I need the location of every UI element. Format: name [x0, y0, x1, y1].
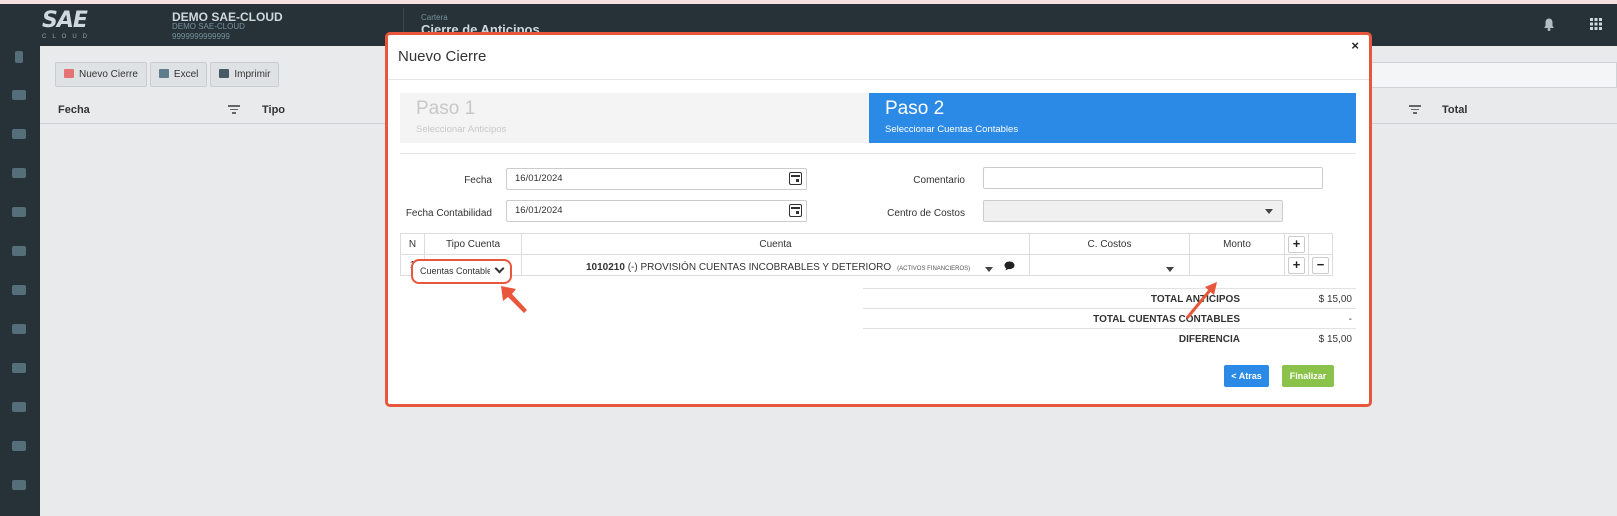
- monto-cell[interactable]: [1189, 254, 1285, 276]
- comment-icon[interactable]: [1004, 261, 1015, 271]
- column-fecha[interactable]: Fecha: [58, 104, 90, 116]
- fecha-value: 16/01/2024: [515, 173, 563, 184]
- sidebar-truck-icon[interactable]: [12, 285, 26, 295]
- back-button[interactable]: < Atras: [1224, 365, 1269, 387]
- tipo-cuenta-select[interactable]: Cuentas Contables: [411, 259, 512, 284]
- sidebar-module-icon[interactable]: [12, 90, 26, 100]
- fecha-input[interactable]: 16/01/2024: [506, 168, 807, 190]
- total-cuentas-row: TOTAL CUENTAS CONTABLES -: [863, 308, 1356, 328]
- finish-button[interactable]: Finalizar: [1282, 365, 1334, 387]
- add-row-button[interactable]: +: [1288, 235, 1305, 253]
- diferencia-value: $ 15,00: [1318, 334, 1352, 345]
- app-logo[interactable]: SAE CLOUD: [42, 10, 102, 44]
- company-id: 9999999999999: [172, 32, 230, 41]
- diferencia-label: DIFERENCIA: [1178, 334, 1240, 345]
- cuenta-code: 1010210: [586, 262, 625, 273]
- search-input[interactable]: [1336, 62, 1617, 88]
- header-tipo-cuenta: Tipo Cuenta: [424, 233, 522, 255]
- fecha-contabilidad-value: 16/01/2024: [515, 205, 563, 216]
- sidebar-folder-icon[interactable]: [12, 363, 26, 373]
- sidebar-module-icon[interactable]: [12, 129, 26, 139]
- centro-costos-label: Centro de Costos: [887, 208, 965, 219]
- excel-icon: [158, 69, 169, 78]
- header-add: +: [1284, 233, 1309, 255]
- sidebar-users-icon[interactable]: [12, 480, 26, 490]
- apps-grid-icon[interactable]: [1590, 18, 1602, 30]
- sidebar-module-icon[interactable]: [12, 207, 26, 217]
- annotation-arrow-icon: [501, 286, 527, 313]
- cuenta-select[interactable]: 1010210 (-) PROVISIÓN CUENTAS INCOBRABLE…: [521, 258, 999, 279]
- cuenta-name: (-) PROVISIÓN CUENTAS INCOBRABLES Y DETE…: [627, 262, 892, 273]
- logo-text: SAE: [42, 8, 88, 33]
- step-2-desc: Seleccionar Cuentas Contables: [885, 124, 1019, 135]
- print-label: Imprimir: [234, 69, 271, 80]
- sidebar-folder-icon[interactable]: [12, 402, 26, 412]
- company-name: DEMO SAE-CLOUD: [172, 10, 283, 24]
- sidebar-card-icon[interactable]: [12, 441, 26, 451]
- filter-icon[interactable]: [1409, 105, 1421, 114]
- company-info: DEMO SAE-CLOUD DEMO SAE-CLOUD 9999999999…: [172, 10, 283, 42]
- close-icon[interactable]: ×: [1351, 38, 1359, 53]
- centro-costos-select[interactable]: [983, 200, 1283, 222]
- calendar-icon[interactable]: [789, 172, 802, 185]
- sidebar-module-icon[interactable]: [12, 168, 26, 178]
- sidebar-dashboard-icon[interactable]: [15, 51, 23, 63]
- total-cuentas-value: -: [1348, 314, 1352, 325]
- header-empty: [1308, 233, 1333, 255]
- step-1[interactable]: Paso 1 Seleccionar Anticipos: [400, 93, 869, 143]
- step-1-desc: Seleccionar Anticipos: [416, 124, 507, 135]
- modal-divider: [388, 79, 1369, 80]
- costos-caret-down-icon[interactable]: [1166, 267, 1174, 272]
- caret-down-icon: [1265, 209, 1273, 214]
- column-tipo[interactable]: Tipo: [262, 104, 285, 116]
- new-cierre-label: Nuevo Cierre: [79, 69, 138, 80]
- fecha-label: Fecha: [464, 175, 492, 186]
- header-monto: Monto: [1189, 233, 1285, 255]
- diferencia-row: DIFERENCIA $ 15,00: [863, 328, 1356, 348]
- annotation-arrow-icon: [1185, 282, 1217, 319]
- sidebar-module-icon[interactable]: [12, 246, 26, 256]
- excel-label: Excel: [173, 69, 199, 80]
- header-n: N: [400, 233, 425, 255]
- table-header-row: N Tipo Cuenta Cuenta C. Costos Monto +: [400, 233, 1333, 255]
- excel-button[interactable]: Excel: [149, 62, 208, 87]
- total-anticipos-row: TOTAL ANTICIPOS $ 15,00: [863, 288, 1356, 308]
- wand-icon: [64, 69, 74, 78]
- form-divider: [400, 153, 1356, 154]
- print-button[interactable]: Imprimir: [210, 62, 280, 87]
- fecha-contabilidad-input[interactable]: 16/01/2024: [506, 200, 807, 222]
- sidebar: [0, 46, 40, 516]
- logo-subtext: CLOUD: [42, 34, 94, 40]
- totals-panel: TOTAL ANTICIPOS $ 15,00 TOTAL CUENTAS CO…: [863, 288, 1356, 348]
- remove-row-button[interactable]: −: [1312, 256, 1329, 274]
- add-cell: +: [1284, 254, 1309, 276]
- section-category: Cartera: [421, 13, 448, 22]
- nuevo-cierre-modal: Nuevo Cierre × Paso 1 Seleccionar Antici…: [385, 32, 1372, 407]
- tipo-cuenta-value: Cuentas Contables: [420, 266, 490, 276]
- remove-cell: −: [1308, 254, 1333, 276]
- filter-icon[interactable]: [228, 105, 240, 114]
- sidebar-bank-icon[interactable]: [12, 324, 26, 334]
- total-anticipos-value: $ 15,00: [1318, 294, 1352, 305]
- fecha-contabilidad-label: Fecha Contabilidad: [405, 208, 492, 219]
- calendar-icon[interactable]: [789, 204, 802, 217]
- bell-icon[interactable]: [1543, 18, 1555, 31]
- costos-cell: [1029, 254, 1190, 276]
- header-cuenta: Cuenta: [521, 233, 1030, 255]
- add-row-button[interactable]: +: [1288, 256, 1305, 274]
- step-2-title: Paso 2: [885, 98, 945, 119]
- new-cierre-button[interactable]: Nuevo Cierre: [55, 62, 147, 87]
- toolbar: Nuevo Cierre Excel Imprimir: [55, 62, 282, 88]
- modal-title: Nuevo Cierre: [398, 48, 487, 65]
- step-1-title: Paso 1: [416, 98, 476, 119]
- comentario-label: Comentario: [913, 175, 965, 186]
- cuenta-tag: (ACTIVOS FINANCIEROS): [897, 266, 971, 272]
- header-costos: C. Costos: [1029, 233, 1190, 255]
- caret-down-icon[interactable]: [985, 267, 993, 272]
- printer-icon: [219, 69, 230, 78]
- step-2[interactable]: Paso 2 Seleccionar Cuentas Contables: [869, 93, 1356, 143]
- column-total[interactable]: Total: [1442, 104, 1467, 116]
- comentario-input[interactable]: [983, 167, 1323, 189]
- chevron-down-icon: [494, 263, 505, 274]
